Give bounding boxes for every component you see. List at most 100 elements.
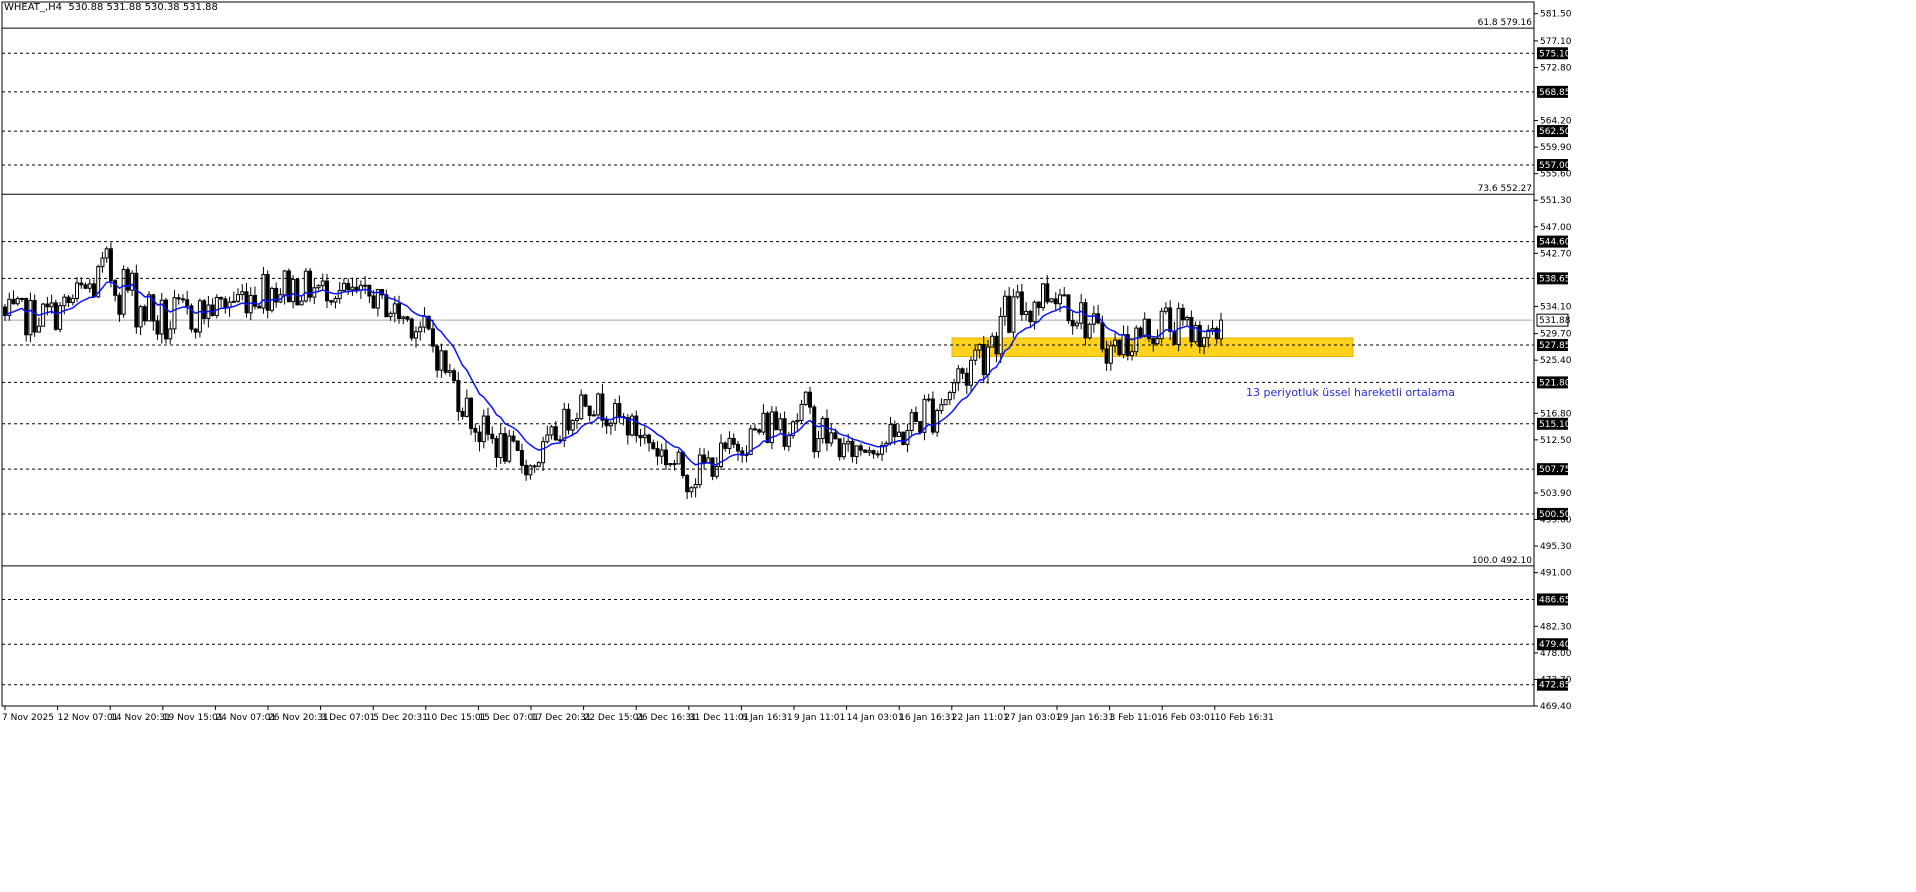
current-price-label: 531.88: [1539, 316, 1571, 326]
candle-body: [761, 412, 766, 433]
candle-body: [1019, 291, 1024, 316]
candle-body: [905, 429, 910, 445]
level-price-label: 521.80: [1539, 378, 1571, 388]
y-tick-label: 495.30: [1540, 542, 1572, 552]
candle-body: [134, 272, 139, 328]
candle-body: [138, 306, 143, 328]
candle-body: [850, 440, 855, 458]
candle-body: [363, 284, 368, 287]
price-chart[interactable]: 61.8 579.16 73.6 552.27 100.0 492.10 581.50…: [0, 0, 1916, 888]
level-price-label: 472.85: [1539, 681, 1571, 691]
candle-body: [439, 350, 444, 371]
candle-body: [36, 325, 41, 333]
candle-body: [219, 296, 224, 300]
level-price-label: 500.50: [1539, 510, 1571, 520]
candle-body: [583, 394, 588, 407]
candle-body: [786, 435, 791, 447]
candle-body: [1024, 310, 1029, 316]
x-tick-label: 6 Feb 03:01: [1162, 713, 1215, 723]
candle-body: [354, 286, 359, 291]
candle-body: [896, 431, 901, 438]
candle-body: [1036, 301, 1041, 309]
candle-body: [108, 248, 113, 282]
x-tick-label: 24 Nov 07:01: [215, 713, 276, 723]
candle-body: [935, 410, 940, 433]
candle-body: [1108, 345, 1113, 364]
level-price-label: 544.60: [1539, 238, 1571, 248]
candle-body: [863, 449, 868, 453]
candle-body: [545, 434, 550, 443]
candle-body: [829, 432, 834, 444]
candle-body: [672, 463, 677, 466]
candle-body: [964, 372, 969, 386]
candle-body: [214, 296, 219, 316]
candle-body: [460, 410, 465, 417]
candle-body: [1015, 291, 1020, 298]
candle-body: [464, 397, 469, 417]
candle-body: [634, 415, 639, 437]
candle-body: [549, 426, 554, 436]
candle-body: [1189, 317, 1194, 343]
candle-body: [1168, 307, 1173, 332]
symbol-label: WHEAT_: [4, 2, 45, 13]
candle-body: [1138, 327, 1143, 338]
candle-body: [329, 300, 334, 303]
chart-canvas[interactable]: 61.8 579.16 73.6 552.27 100.0 492.10 581.50…: [0, 0, 1916, 888]
candle-body: [536, 462, 541, 467]
candle-body: [1083, 302, 1088, 339]
candle-body: [685, 474, 690, 493]
candle-body: [333, 297, 338, 303]
x-tick-label: 9 Jan 11:01: [794, 713, 845, 723]
candle-body: [299, 300, 304, 306]
candle-body: [1180, 307, 1185, 321]
candle-body: [515, 440, 520, 451]
candle-body: [291, 278, 296, 303]
candle-body: [447, 370, 452, 373]
x-tick-label: 27 Jan 03:01: [1004, 713, 1061, 723]
fibonacci-label: 61.8 579.16: [1478, 18, 1533, 28]
candle-body: [1219, 319, 1223, 340]
candle-body: [303, 270, 308, 302]
level-price-label: 557.00: [1539, 161, 1571, 171]
candle-body: [104, 248, 109, 259]
candle-body: [1185, 317, 1190, 321]
x-tick-label: 22 Jan 11:01: [952, 713, 1009, 723]
candle-body: [913, 412, 918, 422]
candle-body: [808, 391, 813, 408]
candle-body: [91, 283, 96, 298]
candle-body: [125, 269, 130, 291]
candle-body: [846, 440, 851, 445]
candle-body: [1210, 327, 1215, 331]
y-tick-label: 551.30: [1540, 196, 1572, 206]
candle-body: [223, 298, 228, 309]
candle-body: [282, 270, 287, 296]
candle-body: [231, 300, 236, 303]
candle-body: [1032, 301, 1037, 323]
x-tick-label: 26 Dec 16:31: [636, 713, 697, 723]
candle-body: [596, 393, 601, 416]
candle-body: [591, 414, 596, 417]
candle-body: [519, 449, 524, 466]
y-tick-label: 542.70: [1540, 249, 1572, 259]
candle-body: [240, 291, 245, 296]
candle-body: [613, 403, 618, 424]
candle-body: [943, 399, 948, 406]
candle-body: [985, 346, 990, 376]
level-price-label: 479.40: [1539, 640, 1571, 650]
candle-body: [858, 445, 863, 451]
candle-body: [244, 291, 249, 314]
candle-body: [87, 283, 92, 289]
candle-body: [689, 487, 694, 493]
candle-body: [1041, 283, 1046, 309]
candle-body: [795, 420, 800, 423]
candle-body: [202, 300, 207, 319]
y-tick-label: 529.70: [1540, 330, 1572, 340]
candle-body: [723, 442, 728, 449]
candle-body: [66, 296, 71, 304]
candle-body: [19, 297, 24, 300]
x-tick-label: 14 Jan 03:01: [847, 713, 904, 723]
candle-body: [494, 438, 499, 459]
candle-body: [397, 303, 402, 319]
candle-body: [409, 318, 414, 339]
candle-body: [58, 305, 63, 330]
